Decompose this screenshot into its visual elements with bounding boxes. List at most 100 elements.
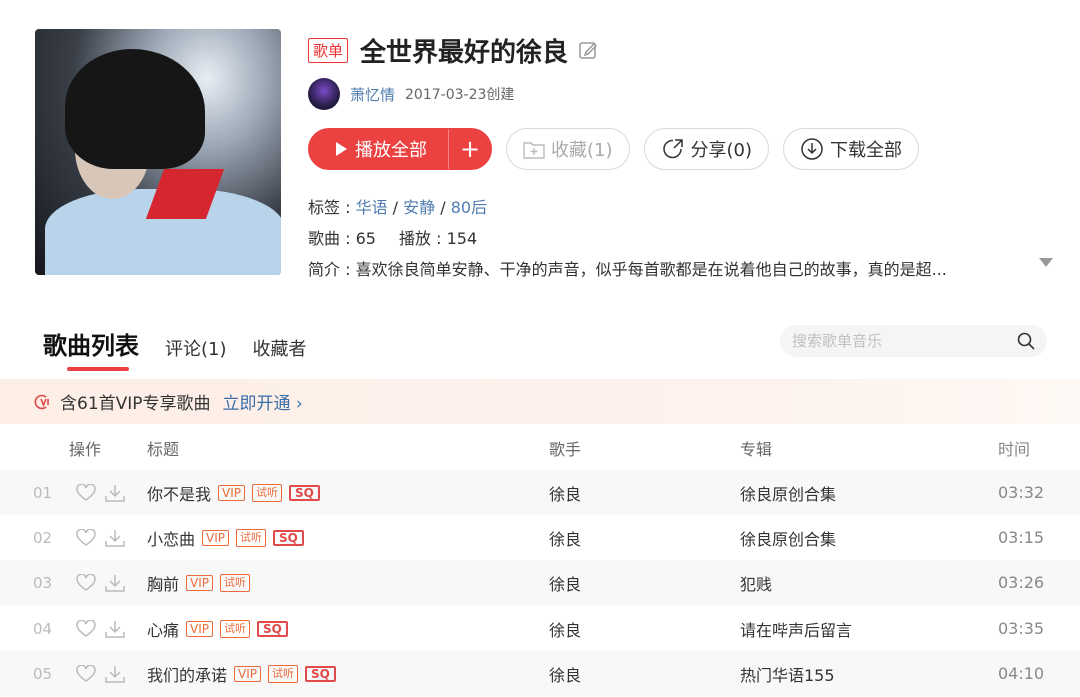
heart-icon[interactable] [76,664,96,683]
created-date: 2017-03-23创建 [405,87,515,103]
search-icon[interactable] [1017,332,1035,350]
tags-row: 标签 : 华语 / 安静 / 80后 [308,198,488,217]
tab-comments[interactable]: 评论(1) [165,335,227,361]
song-artist[interactable]: 徐良 [549,481,581,505]
vip-open-link[interactable]: 立即开通 › [223,389,303,414]
expand-intro-icon[interactable] [1038,256,1054,268]
collect-label: 收藏(1) [551,140,613,161]
add-to-queue-button[interactable]: + [449,135,491,163]
download-all-button[interactable]: 下载全部 [783,128,919,170]
vip-badge: VIP [202,529,229,546]
song-artist[interactable]: 徐良 [549,617,581,641]
try-badge: 试听 [236,528,266,547]
share-button[interactable]: 分享(0) [643,128,769,170]
song-title[interactable]: 胸前 [147,571,179,595]
action-buttons: 播放全部 + 收藏(1) 分享(0) 下载全部 [308,128,919,170]
intro-text: 简介 : 喜欢徐良简单安静、干净的声音，似乎每首歌都是在说着他自己的故事，真的是… [308,260,947,279]
table-row[interactable]: 01 你不是我 VIP 试听 SQ 徐良 徐良原创合集 03:32 [0,470,1080,515]
song-title[interactable]: 你不是我 [147,481,211,505]
vip-badge: VIP [234,665,261,682]
share-icon [662,139,683,159]
header-title[interactable]: 标题 [147,436,179,460]
song-album[interactable]: 徐良原创合集 [740,481,836,505]
download-icon[interactable] [104,573,126,593]
table-row[interactable]: 03 胸前 VIP 试听 徐良 犯贱 03:26 [0,560,1080,605]
table-header: 操作 标题 歌手 专辑 时间 [0,425,1080,470]
row-index: 01 [33,483,53,502]
tab-collectors[interactable]: 收藏者 [253,335,307,361]
play-all-label: 播放全部 [355,140,427,161]
table-row[interactable]: 02 小恋曲 VIP 试听 SQ 徐良 徐良原创合集 03:15 [0,515,1080,560]
song-album[interactable]: 犯贱 [740,571,772,595]
vip-banner: 含61首VIP专享歌曲 立即开通 › [0,379,1080,424]
try-badge: 试听 [220,619,250,638]
song-title[interactable]: 我们的承诺 [147,662,227,686]
song-duration: 03:35 [998,619,1045,638]
row-index: 03 [33,573,53,592]
row-index: 04 [33,619,53,638]
vip-badge: VIP [186,620,213,637]
download-icon[interactable] [104,619,126,639]
tab-songs[interactable]: 歌曲列表 [43,326,139,371]
sq-badge: SQ [273,529,304,546]
song-duration: 03:32 [998,483,1045,502]
song-count: 歌曲 : 65 [308,229,376,248]
song-artist[interactable]: 徐良 [549,526,581,550]
search-input[interactable] [792,332,1017,350]
heart-icon[interactable] [76,573,96,592]
song-artist[interactable]: 徐良 [549,662,581,686]
download-icon[interactable] [104,483,126,503]
try-badge: 试听 [252,483,282,502]
vip-icon [34,394,49,409]
heart-icon[interactable] [76,528,96,547]
sq-badge: SQ [257,620,288,637]
song-title[interactable]: 小恋曲 [147,526,195,550]
song-album[interactable]: 热门华语155 [740,662,835,686]
search-box [780,325,1047,357]
play-icon [336,142,347,156]
playlist-badge: 歌单 [308,37,349,63]
song-title[interactable]: 心痛 [147,617,179,641]
song-artist[interactable]: 徐良 [549,571,581,595]
playlist-cover [35,29,281,275]
tag-link[interactable]: 安静 [403,198,435,217]
download-all-label: 下载全部 [830,140,902,161]
row-index: 02 [33,528,53,547]
vip-badge: VIP [218,484,245,501]
heart-icon[interactable] [76,483,96,502]
header-ops: 操作 [69,439,102,459]
playlist-title: 全世界最好的徐良 [360,37,569,68]
creator-name[interactable]: 萧忆情 [350,84,395,105]
edit-icon[interactable] [578,40,598,60]
play-count: 播放 : 154 [399,229,478,248]
tag-link[interactable]: 80后 [451,198,487,217]
header-album[interactable]: 专辑 [740,436,772,460]
collect-button[interactable]: 收藏(1) [506,128,630,170]
creator-row: 萧忆情 2017-03-23创建 [308,78,514,110]
vip-badge: VIP [186,574,213,591]
share-label: 分享(0) [690,140,753,161]
stats-row: 歌曲 : 65 播放 : 154 [308,225,477,249]
try-badge: 试听 [268,664,298,683]
vip-banner-text: 含61首VIP专享歌曲 [60,394,211,414]
try-badge: 试听 [220,573,250,592]
song-duration: 04:10 [998,664,1045,683]
title-row: 歌单 全世界最好的徐良 [308,34,598,68]
tabs: 歌曲列表 评论(1) 收藏者 [43,326,307,371]
table-row[interactable]: 05 我们的承诺 VIP 试听 SQ 徐良 热门华语155 04:10 [0,651,1080,696]
download-icon[interactable] [104,528,126,548]
sq-badge: SQ [289,484,320,501]
heart-icon[interactable] [76,619,96,638]
play-all-button[interactable]: 播放全部 + [308,128,492,170]
song-duration: 03:26 [998,573,1045,592]
folder-add-icon [523,142,545,159]
header-time[interactable]: 时间 [998,436,1030,460]
table-row[interactable]: 04 心痛 VIP 试听 SQ 徐良 请在哔声后留言 03:35 [0,606,1080,651]
download-icon[interactable] [104,664,126,684]
sq-badge: SQ [305,665,336,682]
creator-avatar[interactable] [308,78,340,110]
song-album[interactable]: 请在哔声后留言 [740,617,852,641]
header-artist[interactable]: 歌手 [549,436,581,460]
tag-link[interactable]: 华语 [356,198,388,217]
song-album[interactable]: 徐良原创合集 [740,526,836,550]
